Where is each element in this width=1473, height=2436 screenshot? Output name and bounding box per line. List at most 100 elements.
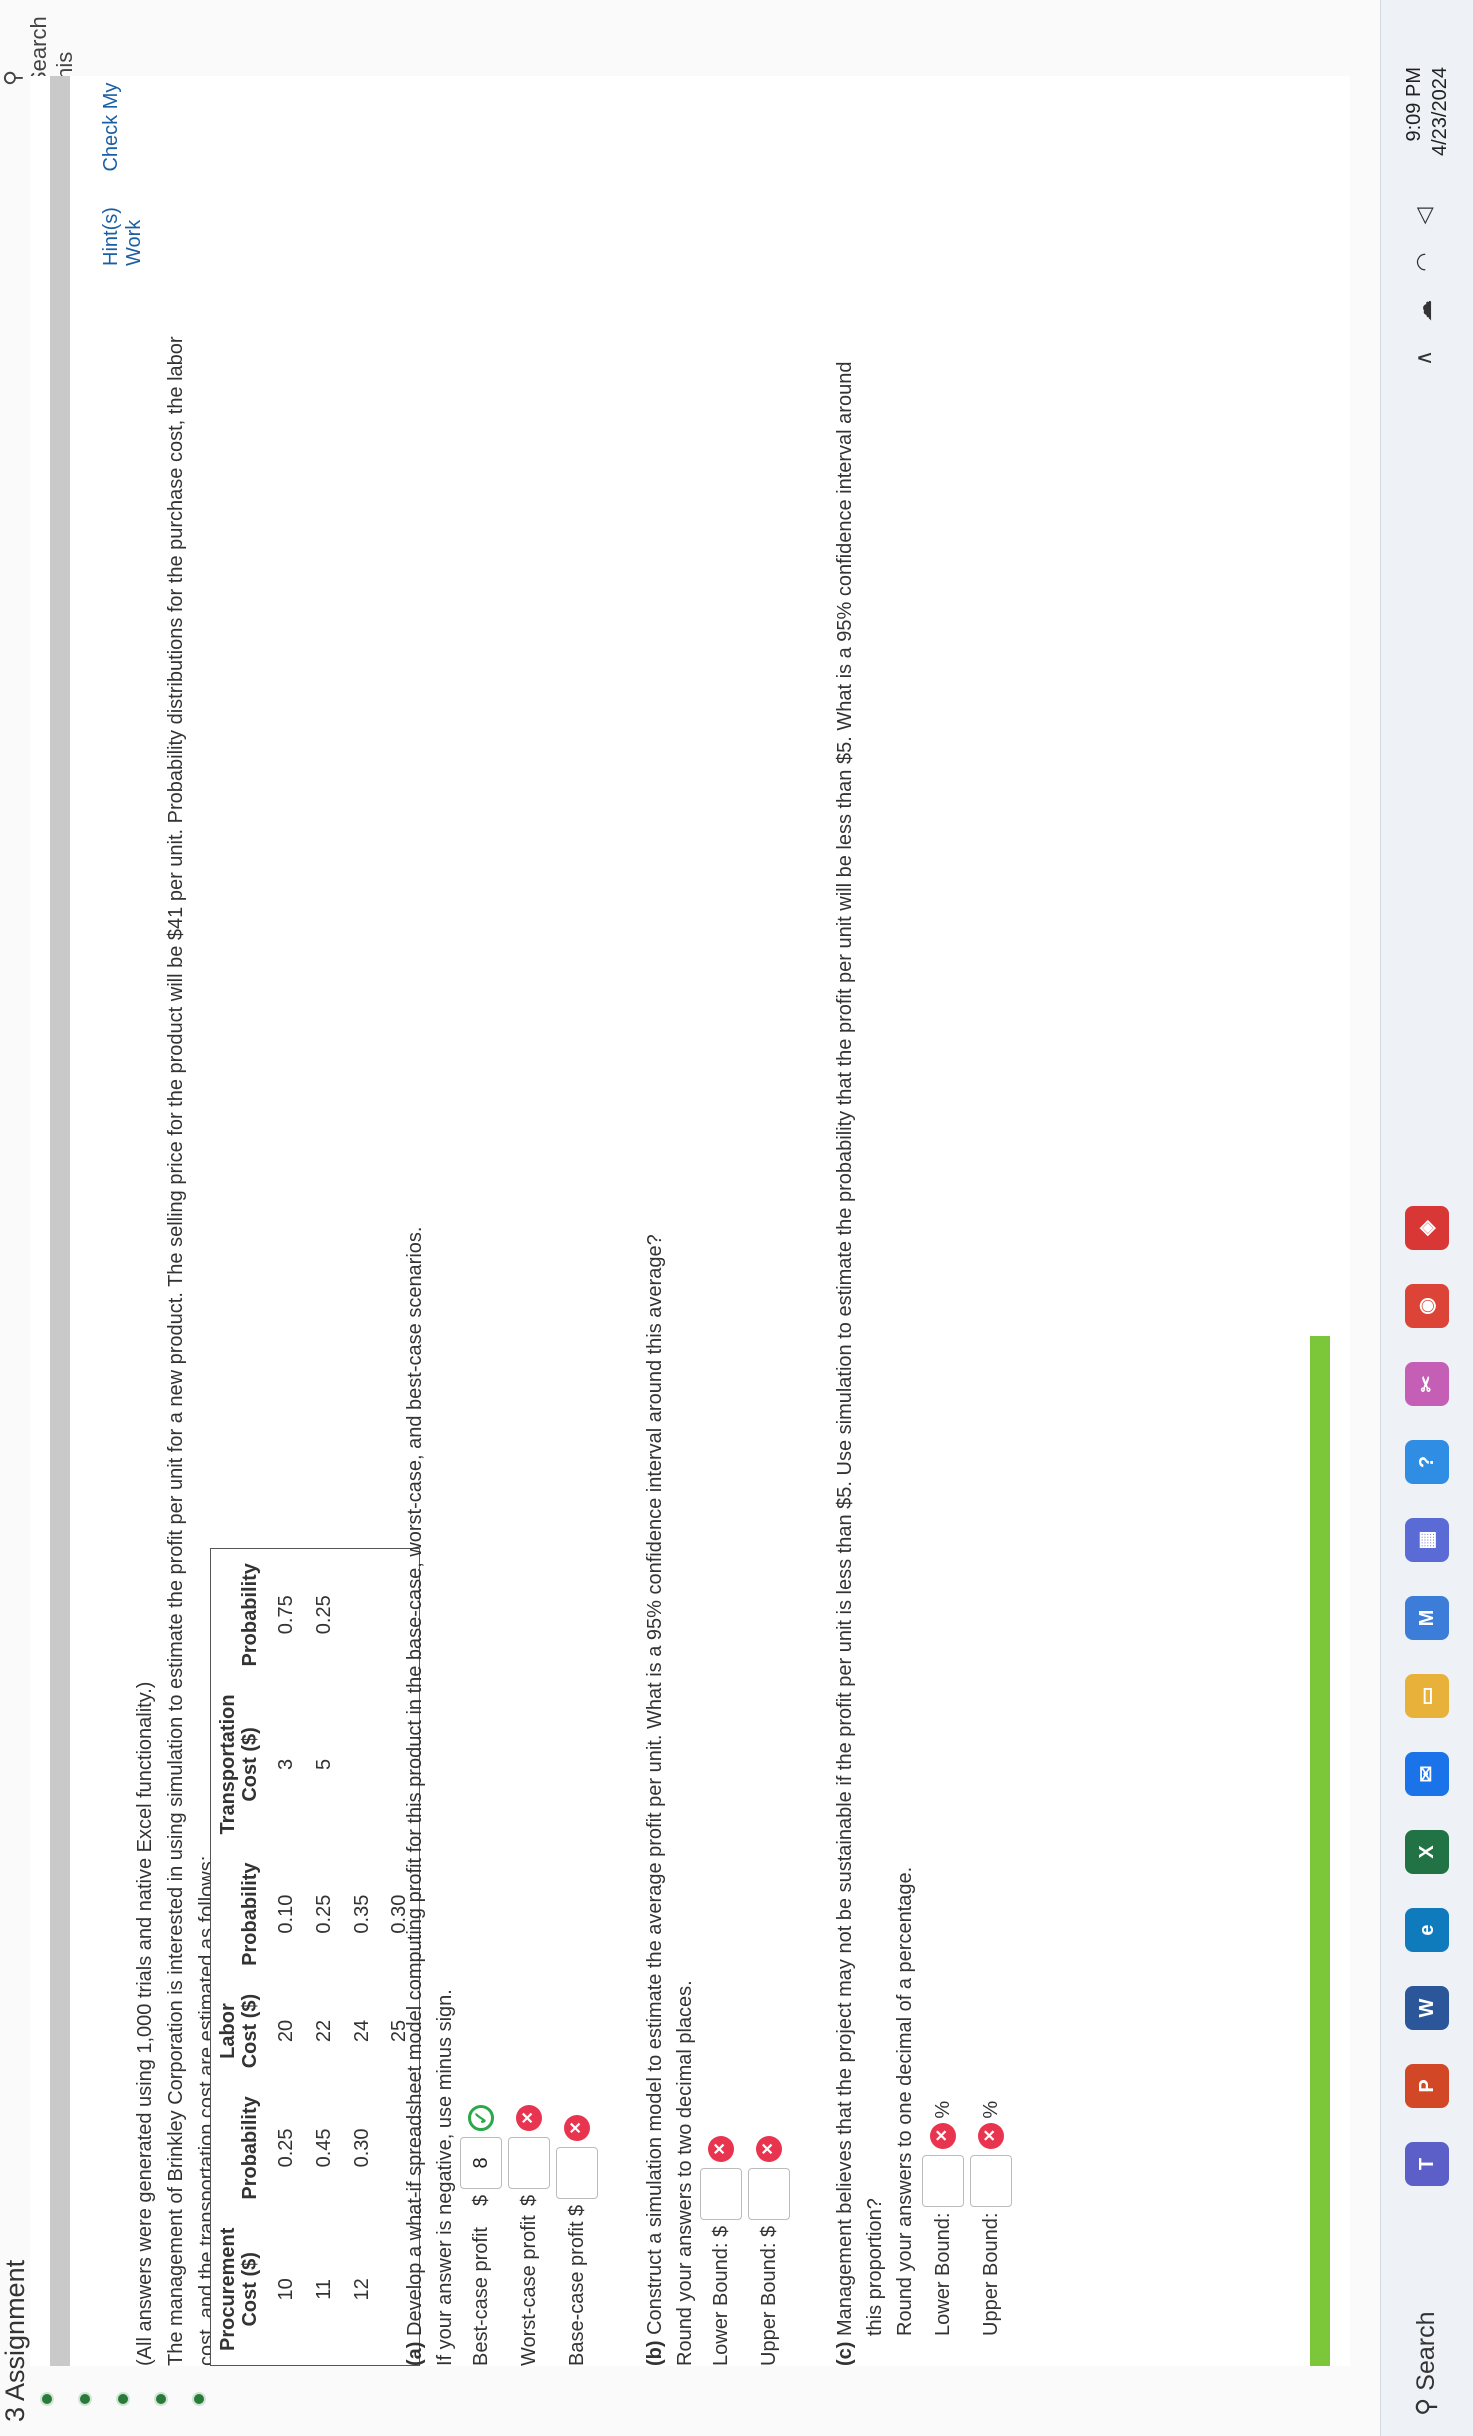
b-upper-input[interactable] [748,2167,790,2220]
security-icon[interactable]: ◈ [1405,1206,1449,1250]
table-cell: 22 [312,2019,335,2043]
table-header-text: Labor [217,2003,239,2059]
table-cell: 0.75 [274,1595,297,1635]
table-cell: 12 [350,2278,373,2301]
table-header-text: Transportation [217,1694,239,1835]
table-cell [343,1680,381,1848]
question-nav-dot[interactable] [192,2392,206,2406]
c-lower-row: Lower Bound: ✕ % [922,2101,964,2336]
m-app-icon[interactable]: M [1405,1596,1449,1640]
table-cell: 24 [350,2019,373,2043]
incorrect-icon: ✕ [756,2135,782,2162]
table-cell: 0.10 [274,1894,297,1934]
table-row: 11 0.45 22 0.25 5 0.25 [305,1549,343,2366]
store-icon[interactable]: ▦ [1405,1518,1449,1562]
base-case-row: Base-case profit $ ✕ [556,2114,598,2366]
table-header-cell: Transportation Cost ($) [211,1680,268,1848]
part-b-text: Construct a simulation model to estimate… [644,1234,666,2335]
part-b-label: (b) [644,2340,666,2366]
help-icon[interactable]: ? [1405,1440,1449,1484]
teams-icon[interactable]: T [1405,2142,1449,2186]
part-c-instruction: Round your answers to one decimal of a p… [894,1866,916,2336]
table-cell: 5 [312,1758,335,1771]
taskbar: ⚲ Search T P We X ✉ ▭ M ▦? ✂ ◉ ◈ ∧ ☁ ◠ ◁ 9:09 PM 4… [1380,0,1473,2436]
hint-link[interactable]: Hint(s) [100,207,122,266]
b-upper-label: Upper Bound: $ [757,2225,780,2366]
best-case-row: Best-case profit $ 8 ✓ [460,2104,502,2366]
wifi-icon[interactable]: ◠ [1411,252,1436,271]
taskbar-clock[interactable]: 9:09 PM 4/23/2024 [1401,67,1453,156]
part-b-question: (b) Construct a simulation model to esti… [640,1234,700,2366]
table-header-text: Probability [239,1563,261,1667]
incorrect-icon: ✕ [930,2122,956,2149]
c-lower-input[interactable] [922,2154,964,2207]
currency-sign: $ [469,2194,492,2206]
word-icon[interactable]: W [1405,1986,1449,2030]
table-header-text: Probability [239,2096,261,2200]
part-b-instruction: Round your answers to two decimal places… [674,1980,696,2366]
percent-unit: % [979,2100,1002,2119]
question-nav-dot[interactable] [154,2392,168,2406]
currency-sign: $ [517,2194,540,2206]
excel-icon[interactable]: X [1405,1830,1449,1874]
progress-bar [1310,1336,1330,2366]
base-case-label: Base-case profit [565,2221,588,2366]
system-tray: ∧ ☁ ◠ ◁ [1411,185,1437,366]
table-cell: 3 [274,1758,297,1771]
table-cell: 10 [274,2278,297,2301]
file-explorer-icon[interactable]: ▭ [1405,1674,1449,1718]
snip-icon[interactable]: ✂ [1405,1362,1449,1406]
chevron-up-icon[interactable]: ∧ [1411,350,1436,366]
table-cell: 0.35 [350,1894,373,1934]
table-header-text: Cost ($) [239,2252,261,2327]
table-header-text: Procurement [217,2227,239,2351]
assignment-title: 3 Assignment [0,2259,30,2422]
chrome-icon[interactable]: ◉ [1405,1284,1449,1328]
b-lower-input[interactable] [700,2167,742,2220]
part-c-text-line2: this proportion? [864,2198,886,2336]
edge-icon[interactable]: e [1405,1908,1449,1952]
c-upper-input[interactable] [970,2154,1012,2207]
part-c-label: (c) [834,2341,856,2366]
search-icon: ⚲ [0,69,25,86]
c-upper-label: Upper Bound: [979,2212,1002,2336]
b-upper-row: Upper Bound: $ ✕ [748,2135,790,2366]
correct-icon: ✓ [468,2104,494,2131]
powerpoint-icon[interactable]: P [1405,2064,1449,2108]
incorrect-icon: ✕ [708,2135,734,2162]
mail-icon[interactable]: ✉ [1405,1752,1449,1796]
part-a-question: (a) Develop a what-if spreadsheet model … [400,1227,460,2366]
incorrect-icon: ✕ [564,2114,590,2141]
worst-case-input[interactable] [508,2136,550,2189]
table-cell: 0.25 [274,2128,297,2168]
panel-scrollbar[interactable] [50,76,70,2366]
part-a-instruction: If your answer is negative, use minus si… [434,1989,456,2366]
top-search[interactable]: ⚲ Search this [0,0,78,86]
question-nav-dot[interactable] [116,2392,130,2406]
b-lower-row: Lower Bound: $ ✕ [700,2135,742,2366]
question-nav-dot[interactable] [40,2392,54,2406]
question-nav [40,2376,230,2406]
cloud-icon[interactable]: ☁ [1411,300,1436,322]
search-icon: ⚲ [1412,2397,1440,2416]
base-case-input[interactable] [556,2146,598,2199]
worst-case-label: Worst-case profit [517,2215,540,2366]
table-header-cell: Procurement Cost ($) [211,2214,268,2366]
volume-icon[interactable]: ◁ [1411,207,1436,224]
table-cell: 0.25 [312,1595,335,1635]
table-row: 12 0.30 24 0.35 [343,1549,381,2366]
problem-text-line1: The management of Brinkley Corporation i… [165,336,187,2366]
question-nav-dot[interactable] [78,2392,92,2406]
c-lower-label: Lower Bound: [931,2212,954,2336]
table-cell: 20 [274,2019,297,2043]
worst-case-row: Worst-case profit $ ✕ [508,2104,550,2366]
table-cell: 11 [312,2278,335,2300]
part-c-question: (c) Management believes that the project… [830,362,920,2366]
screen-frame: 3 Assignment ⚲ Search this Hint(s) Check… [0,0,1473,2436]
best-case-input[interactable]: 8 [460,2136,502,2189]
table-header-row: Procurement Cost ($) Probability Labor Cost … [211,1549,268,2366]
table-header-cell: Labor Cost ($) [211,1980,268,2082]
best-case-label: Best-case profit [469,2227,492,2366]
taskbar-search[interactable]: ⚲ Search [1411,2312,1441,2416]
table-body: 10 0.25 20 0.10 3 0.75 11 0.45 22 0.25 5 0.25 12 0.30… [267,1549,419,2366]
